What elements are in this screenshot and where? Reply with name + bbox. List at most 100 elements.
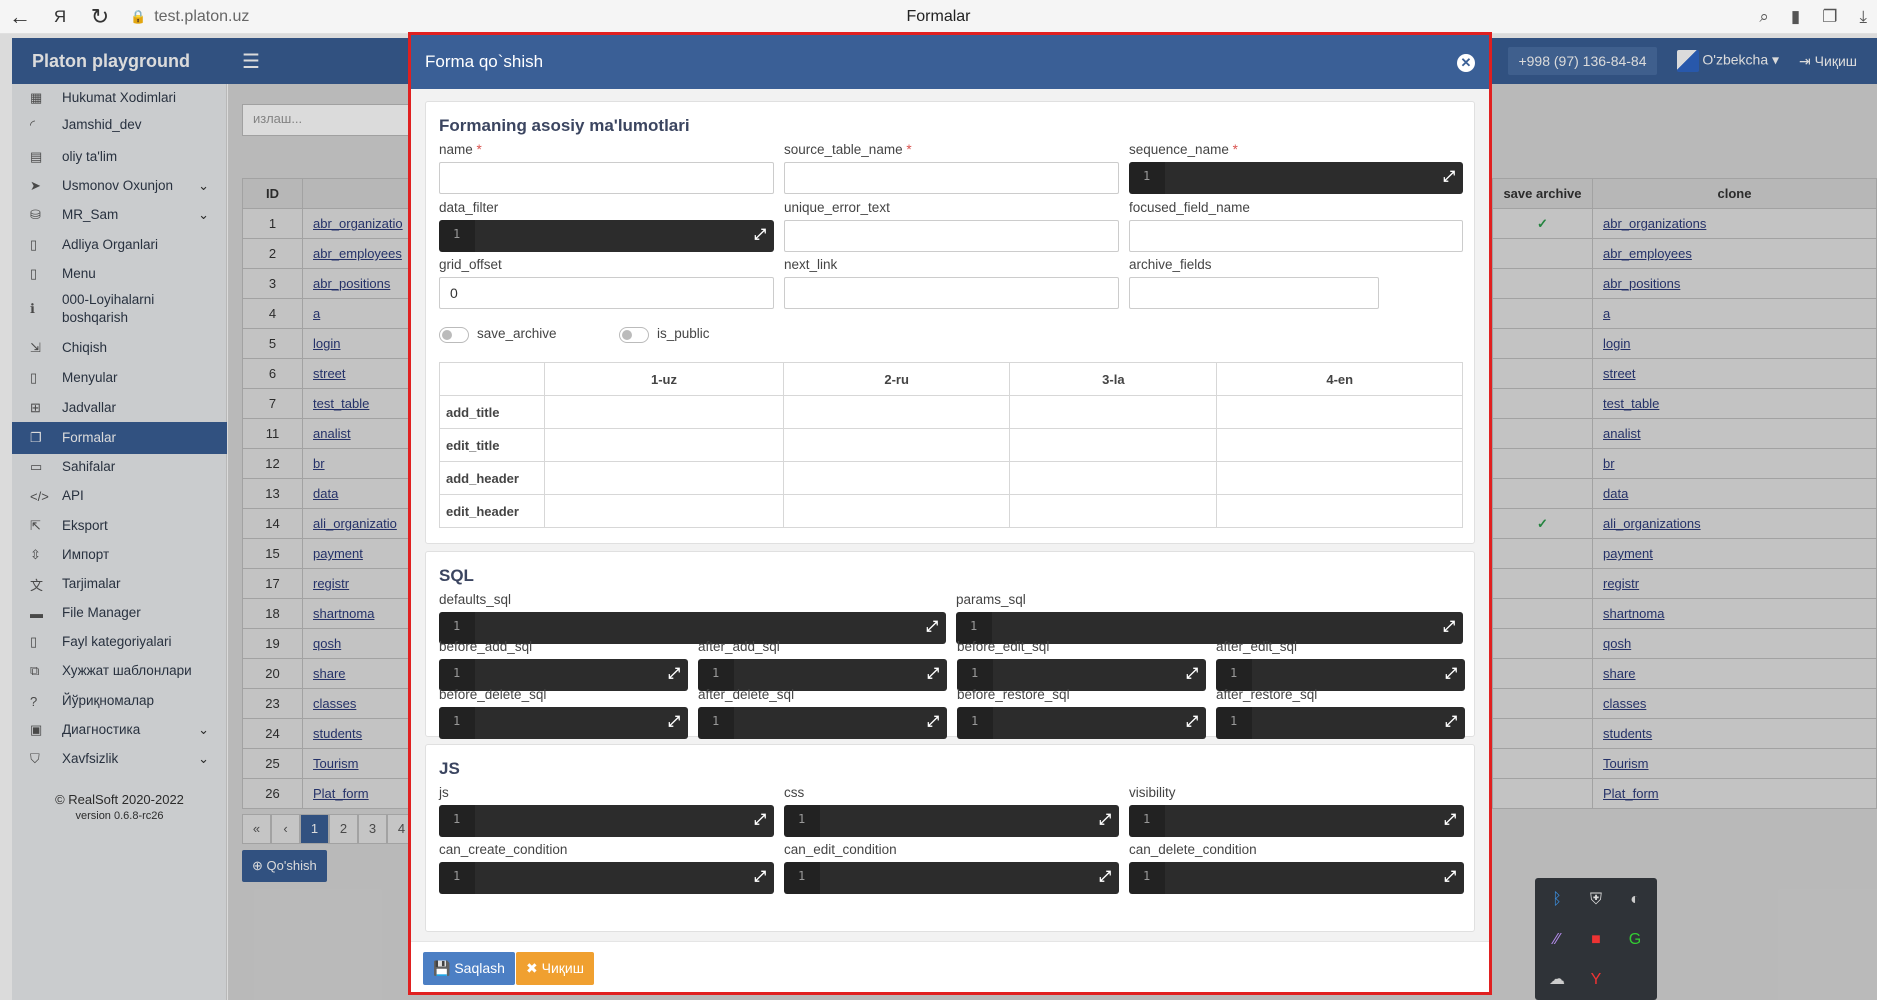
expand-icon[interactable]: ⤢ [1186, 713, 1198, 730]
expand-icon[interactable]: ⤢ [1186, 665, 1198, 682]
line-number: 1 [453, 869, 461, 883]
modal-body: Formaning asosiy ma'lumotlari name * sou… [411, 89, 1489, 941]
after-delete-sql-label: after_delete_sql [698, 687, 795, 702]
lang-cell-input[interactable] [782, 395, 1011, 429]
yandex-browser-icon[interactable]: Y [1584, 968, 1608, 992]
focused-field-name-input[interactable] [1129, 220, 1463, 252]
corner-cell [439, 362, 545, 396]
line-number: 1 [971, 666, 979, 680]
back-icon[interactable]: ← [0, 4, 40, 30]
archive-fields-label: archive_fields [1129, 257, 1212, 272]
pen-icon[interactable]: ⁄⁄ [1545, 928, 1569, 952]
lang-cell-input[interactable] [782, 461, 1011, 495]
unique-error-text-input[interactable] [784, 220, 1119, 252]
save-archive-label: save_archive [477, 326, 557, 341]
address-bar[interactable]: 🔒 test.platon.uz [130, 8, 249, 26]
lang-cell-input[interactable] [544, 494, 784, 528]
expand-icon[interactable]: ⤢ [668, 665, 680, 682]
lang-cell-input[interactable] [782, 428, 1011, 462]
lang-cell-input[interactable] [544, 395, 784, 429]
defaults-sql-label: defaults_sql [439, 592, 512, 607]
lang-cell-input[interactable] [1009, 461, 1218, 495]
translations-table: 1-uz 2-ru 3-la 4-en add_title edit_title add_… [439, 362, 1463, 528]
data-filter-editor[interactable]: 1 ⤢ [439, 220, 774, 252]
before-delete-sql-editor[interactable]: 1 ⤢ [439, 707, 688, 739]
app-green-icon[interactable]: G [1623, 928, 1647, 952]
url-text: test.platon.uz [154, 7, 250, 25]
modal-header: Forma qo`shish ✕ [411, 35, 1489, 89]
expand-icon[interactable]: ⤢ [754, 811, 766, 828]
sql-section-title: SQL [439, 566, 474, 585]
expand-icon[interactable]: ⤢ [1099, 811, 1111, 828]
reload-icon[interactable]: ↻ [80, 4, 120, 30]
lock-icon: 🔒 [130, 8, 147, 24]
sequence-name-editor[interactable]: 1 ⤢ [1129, 162, 1463, 194]
can-create-condition-editor[interactable]: 1 ⤢ [439, 862, 774, 894]
name-input[interactable] [439, 162, 774, 194]
focused-field-name-label: focused_field_name [1129, 200, 1250, 215]
after-add-sql-label: after_add_sql [698, 639, 780, 654]
line-number: 1 [712, 666, 720, 680]
can-delete-condition-editor[interactable]: 1 ⤢ [1129, 862, 1464, 894]
app-red-icon[interactable]: ■ [1584, 928, 1608, 952]
expand-icon[interactable]: ⤢ [1099, 868, 1111, 885]
bluetooth-icon[interactable]: ᛒ [1545, 888, 1569, 912]
lang-cell-input[interactable] [1216, 428, 1463, 462]
expand-icon[interactable]: ⤢ [1444, 811, 1456, 828]
expand-icon[interactable]: ⤢ [1445, 713, 1457, 730]
expand-icon[interactable]: ⤢ [754, 226, 766, 243]
save-label: Saqlash [454, 960, 505, 976]
js-section: JS js 1 ⤢ css 1 ⤢ visibility 1 ⤢ can_create_condi… [425, 744, 1475, 932]
before-restore-sql-label: before_restore_sql [957, 687, 1070, 702]
archive-fields-input[interactable] [1129, 277, 1379, 309]
after-restore-sql-editor[interactable]: 1 ⤢ [1216, 707, 1465, 739]
download-icon[interactable]: ⤓ [1859, 7, 1867, 27]
can-edit-condition-editor[interactable]: 1 ⤢ [784, 862, 1119, 894]
grid-offset-input[interactable]: 0 [439, 277, 774, 309]
line-number: 1 [1230, 666, 1238, 680]
visibility-editor[interactable]: 1 ⤢ [1129, 805, 1464, 837]
close-icon[interactable]: ✕ [1457, 54, 1475, 72]
translate-icon[interactable]: ⌕ [1759, 7, 1769, 27]
save-archive-toggle[interactable] [439, 327, 469, 343]
browser-toolbar: ← Я ↻ 🔒 test.platon.uz Formalar ⌕ ▮ ❐ ⤓ [0, 0, 1877, 34]
js-editor[interactable]: 1 ⤢ [439, 805, 774, 837]
exit-button[interactable]: ✖ Чиқиш [516, 952, 594, 985]
lang-cell-input[interactable] [1216, 494, 1463, 528]
line-number: 1 [453, 812, 461, 826]
lang-cell-input[interactable] [1216, 395, 1463, 429]
line-number: 1 [1230, 714, 1238, 728]
collections-icon[interactable]: ❐ [1822, 7, 1837, 27]
after-delete-sql-editor[interactable]: 1 ⤢ [698, 707, 947, 739]
expand-icon[interactable]: ⤢ [927, 665, 939, 682]
lang-cell-input[interactable] [544, 428, 784, 462]
can-edit-condition-label: can_edit_condition [784, 842, 897, 857]
next-link-input[interactable] [784, 277, 1119, 309]
source-table-name-label: source_table_name * [784, 142, 912, 157]
source-table-name-input[interactable] [784, 162, 1119, 194]
before-restore-sql-editor[interactable]: 1 ⤢ [957, 707, 1206, 739]
disk-icon[interactable]: ◐ [1623, 888, 1647, 912]
lang-cell-input[interactable] [1009, 494, 1218, 528]
css-editor[interactable]: 1 ⤢ [784, 805, 1119, 837]
lang-cell-input[interactable] [1009, 395, 1218, 429]
expand-icon[interactable]: ⤢ [1443, 618, 1455, 635]
lang-cell-input[interactable] [1216, 461, 1463, 495]
expand-icon[interactable]: ⤢ [926, 618, 938, 635]
cloud-off-icon[interactable]: ☁ [1545, 968, 1569, 992]
yandex-icon[interactable]: Я [40, 7, 80, 27]
lang-cell-input[interactable] [782, 494, 1011, 528]
save-button[interactable]: 💾 Saqlash [423, 952, 515, 985]
expand-icon[interactable]: ⤢ [668, 713, 680, 730]
browser-actions: ⌕ ▮ ❐ ⤓ [1759, 0, 1867, 34]
security-icon[interactable]: ⛨ [1584, 888, 1608, 912]
lang-cell-input[interactable] [544, 461, 784, 495]
bookmark-icon[interactable]: ▮ [1791, 7, 1800, 27]
expand-icon[interactable]: ⤢ [927, 713, 939, 730]
expand-icon[interactable]: ⤢ [1444, 868, 1456, 885]
expand-icon[interactable]: ⤢ [1445, 665, 1457, 682]
is-public-toggle[interactable] [619, 327, 649, 343]
expand-icon[interactable]: ⤢ [1443, 168, 1455, 185]
lang-cell-input[interactable] [1009, 428, 1218, 462]
expand-icon[interactable]: ⤢ [754, 868, 766, 885]
